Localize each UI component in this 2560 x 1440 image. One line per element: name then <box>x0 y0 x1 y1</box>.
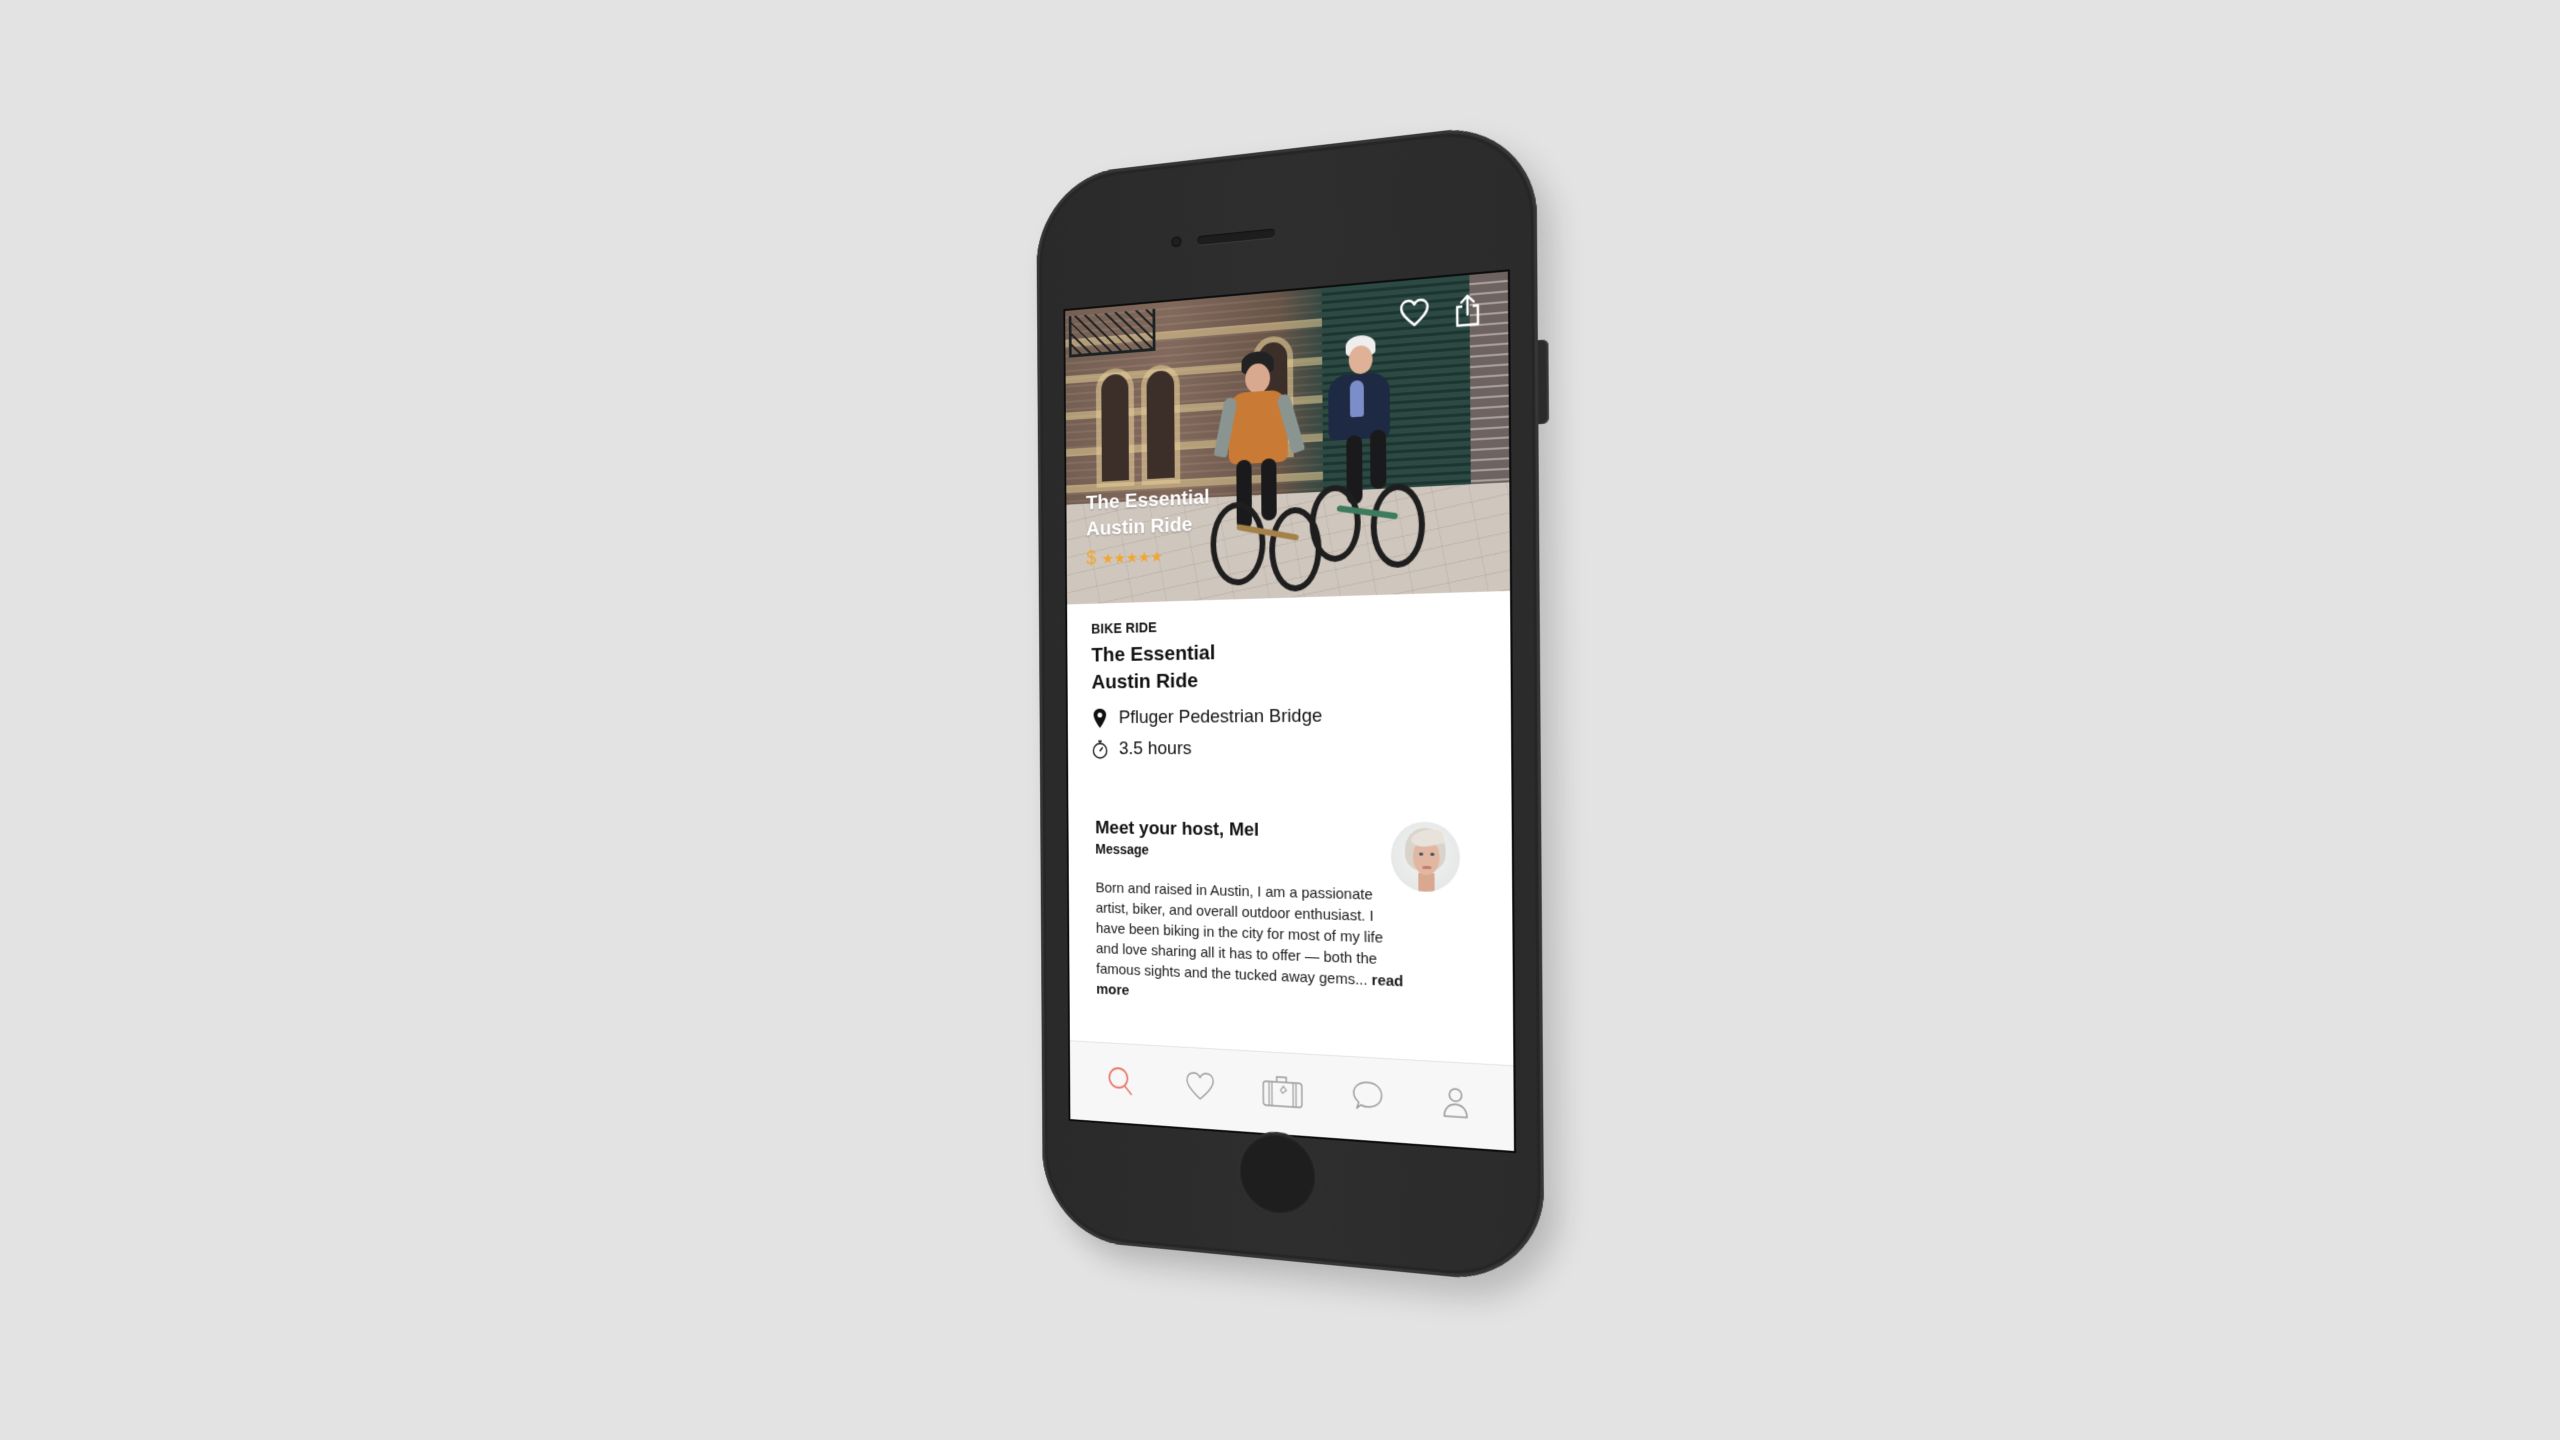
tab-favorites[interactable] <box>1179 1066 1220 1112</box>
duration-text: 3.5 hours <box>1118 738 1192 759</box>
user-icon <box>1441 1085 1470 1125</box>
hero-actions <box>1399 293 1481 333</box>
experience-details: BIKE RIDE The Essential Austin Ride Pflu… <box>1067 591 1511 760</box>
experience-title-line-2: Austin Ride <box>1091 669 1199 694</box>
price-indicator: $ <box>1086 547 1097 570</box>
location-row: Pfluger Pedestrian Bridge <box>1092 704 1483 729</box>
map-pin-icon <box>1092 708 1108 729</box>
heart-icon <box>1185 1070 1215 1106</box>
location-text[interactable]: Pfluger Pedestrian Bridge <box>1119 706 1323 729</box>
heart-icon[interactable] <box>1399 297 1430 332</box>
experience-title-line-1: The Essential <box>1091 641 1216 667</box>
star-rating: ★★★★★ <box>1101 548 1163 568</box>
hero-meta: $ ★★★★★ <box>1086 545 1163 570</box>
phone-device: The Essential Austin Ride $ ★★★★★ BIKE R… <box>1036 119 1550 1286</box>
front-camera <box>1171 235 1182 248</box>
experience-title: The Essential Austin Ride <box>1091 638 1296 697</box>
hero-title: The Essential Austin Ride <box>1086 484 1210 543</box>
home-button[interactable] <box>1239 1132 1316 1217</box>
hero-photo-arch <box>1101 373 1129 482</box>
bottom-tab-bar <box>1069 1040 1514 1151</box>
tab-search[interactable] <box>1100 1061 1140 1106</box>
duration-row: 3.5 hours <box>1092 737 1483 760</box>
host-bio: Born and raised in Austin, I am a passio… <box>1096 878 1411 1015</box>
tab-messages[interactable] <box>1346 1076 1390 1124</box>
tab-profile[interactable] <box>1433 1081 1479 1129</box>
experience-category: BIKE RIDE <box>1091 619 1157 637</box>
hero-title-line-2: Austin Ride <box>1086 513 1193 541</box>
suitcase-icon <box>1261 1073 1304 1115</box>
hero-photo-rider <box>1306 316 1427 577</box>
hero-photo-arch <box>1146 369 1175 480</box>
phone-screen: The Essential Austin Ride $ ★★★★★ BIKE R… <box>1063 269 1517 1154</box>
stopwatch-icon <box>1092 740 1108 759</box>
search-icon <box>1106 1065 1133 1103</box>
phone-side-button <box>1537 339 1550 425</box>
chat-bubble-icon <box>1351 1078 1385 1120</box>
host-bio-text: Born and raised in Austin, I am a passio… <box>1095 879 1384 989</box>
host-section: Meet your host, Mel Message Born and rai… <box>1068 818 1513 1020</box>
mockup-stage: The Essential Austin Ride $ ★★★★★ BIKE R… <box>0 0 2560 1440</box>
tab-trips[interactable] <box>1261 1071 1304 1118</box>
hero-image: The Essential Austin Ride $ ★★★★★ <box>1065 271 1511 605</box>
earpiece-speaker <box>1197 228 1275 246</box>
host-avatar[interactable] <box>1390 821 1461 893</box>
share-icon[interactable] <box>1454 293 1481 328</box>
hero-photo-balcony <box>1068 308 1156 358</box>
